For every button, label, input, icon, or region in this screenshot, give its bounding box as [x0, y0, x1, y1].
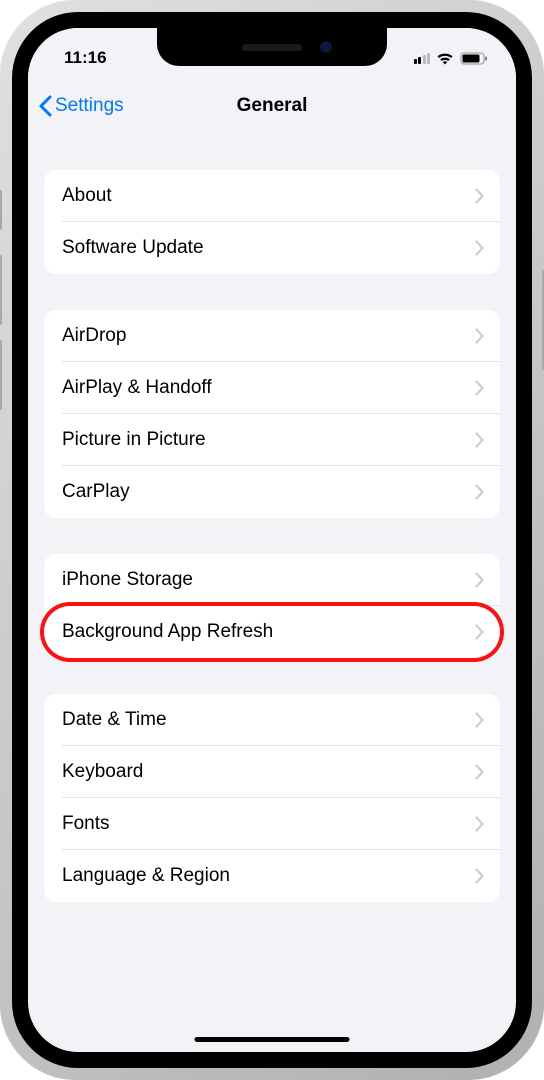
settings-group: Date & Time Keyboard Fonts Language & Regio…: [44, 694, 500, 902]
row-label: Picture in Picture: [62, 429, 206, 451]
row-label: Date & Time: [62, 709, 167, 731]
chevron-right-icon: [475, 764, 484, 780]
row-label: CarPlay: [62, 481, 130, 503]
row-label: Background App Refresh: [62, 621, 273, 643]
row-label: AirDrop: [62, 325, 126, 347]
row-background-app-refresh[interactable]: Background App Refresh: [44, 606, 500, 658]
row-label: About: [62, 185, 112, 207]
notch: [157, 28, 387, 66]
row-airdrop[interactable]: AirDrop: [44, 310, 500, 362]
screen: 11:16: [28, 28, 516, 1052]
row-label: AirPlay & Handoff: [62, 377, 212, 399]
back-button[interactable]: Settings: [38, 95, 124, 117]
row-label: iPhone Storage: [62, 569, 193, 591]
row-airplay-handoff[interactable]: AirPlay & Handoff: [44, 362, 500, 414]
chevron-left-icon: [38, 95, 52, 117]
battery-icon: [460, 52, 488, 65]
row-software-update[interactable]: Software Update: [44, 222, 500, 274]
status-time: 11:16: [64, 48, 107, 68]
chevron-right-icon: [475, 624, 484, 640]
row-label: Keyboard: [62, 761, 143, 783]
row-label: Language & Region: [62, 865, 230, 887]
wifi-icon: [436, 52, 454, 65]
status-right: [414, 52, 489, 65]
row-iphone-storage[interactable]: iPhone Storage: [44, 554, 500, 606]
settings-group: AirDrop AirPlay & Handoff Picture in Pictu…: [44, 310, 500, 518]
volume-up-button: [0, 255, 2, 325]
chevron-right-icon: [475, 816, 484, 832]
notch-speaker: [242, 44, 302, 51]
chevron-right-icon: [475, 484, 484, 500]
chevron-right-icon: [475, 572, 484, 588]
nav-bar: Settings General: [28, 78, 516, 134]
chevron-right-icon: [475, 380, 484, 396]
row-about[interactable]: About: [44, 170, 500, 222]
page-title: General: [237, 95, 308, 117]
chevron-right-icon: [475, 328, 484, 344]
chevron-right-icon: [475, 712, 484, 728]
content-scroll[interactable]: About Software Update AirDrop AirPlay & Han…: [28, 134, 516, 1052]
row-picture-in-picture[interactable]: Picture in Picture: [44, 414, 500, 466]
chevron-right-icon: [475, 432, 484, 448]
back-label: Settings: [55, 95, 124, 117]
front-camera: [320, 41, 332, 53]
phone-bezel: 11:16: [12, 12, 532, 1068]
settings-group: iPhone Storage Background App Refresh: [44, 554, 500, 658]
row-keyboard[interactable]: Keyboard: [44, 746, 500, 798]
row-label: Fonts: [62, 813, 110, 835]
chevron-right-icon: [475, 240, 484, 256]
row-date-time[interactable]: Date & Time: [44, 694, 500, 746]
row-language-region[interactable]: Language & Region: [44, 850, 500, 902]
settings-group: About Software Update: [44, 170, 500, 274]
home-indicator[interactable]: [195, 1037, 350, 1042]
cellular-signal-icon: [414, 52, 431, 64]
volume-down-button: [0, 340, 2, 410]
phone-frame: 11:16: [0, 0, 544, 1080]
row-label: Software Update: [62, 237, 204, 259]
row-fonts[interactable]: Fonts: [44, 798, 500, 850]
row-carplay[interactable]: CarPlay: [44, 466, 500, 518]
chevron-right-icon: [475, 188, 484, 204]
chevron-right-icon: [475, 868, 484, 884]
silent-switch: [0, 190, 2, 230]
